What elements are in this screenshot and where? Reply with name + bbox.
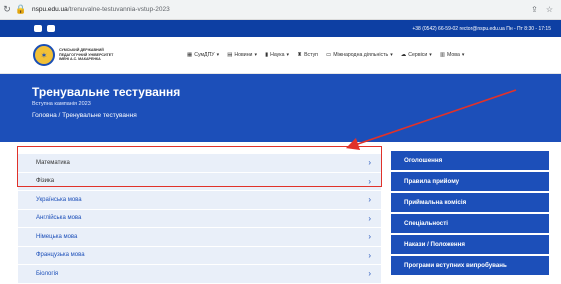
annotation-arrow	[345, 89, 517, 150]
